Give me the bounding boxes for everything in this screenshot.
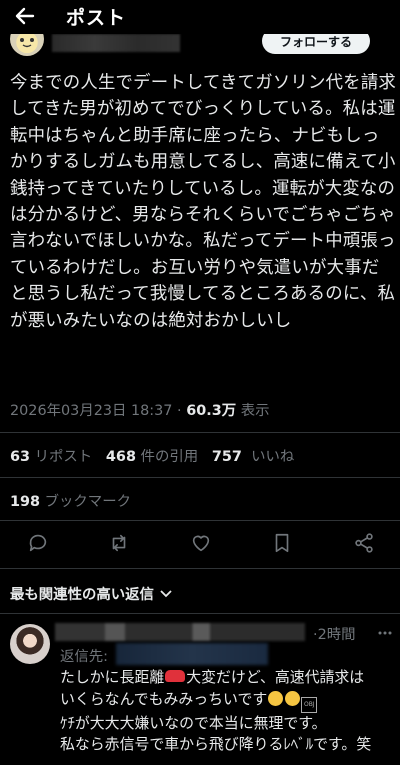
reply-line-3: ｹﾁが大大大嫌いなので本当に無理です。 [60, 713, 327, 732]
divider [0, 568, 400, 569]
divider [0, 477, 400, 478]
reply-sort-dropdown[interactable]: 最も関連性の高い返信 [10, 583, 172, 604]
bookmarks-label: ブックマーク [44, 494, 131, 510]
views-count: 60.3万 [186, 403, 237, 419]
chevron-down-icon [160, 586, 172, 602]
reply-avatar[interactable] [10, 624, 50, 664]
car-emoji-icon [165, 670, 186, 682]
reposts-stat[interactable]: 63 リポスト [10, 449, 92, 465]
sort-label: 最も関連性の高い返信 [10, 587, 154, 603]
bookmark-icon[interactable] [267, 528, 297, 558]
quotes-stat[interactable]: 468 件の引用 [106, 449, 198, 465]
reposts-count: 63 [10, 449, 31, 465]
engagement-stats: 63 リポスト 468 件の引用 757 いいね [10, 445, 294, 466]
likes-stat[interactable]: 757 いいね [212, 449, 294, 465]
page-title: ポスト [66, 7, 127, 29]
share-icon[interactable] [349, 528, 379, 558]
replying-to-handle-redacted[interactable] [116, 643, 268, 665]
smile-emoji-icon [285, 690, 301, 706]
back-arrow-icon[interactable] [10, 2, 40, 30]
quotes-label: 件の引用 [140, 449, 199, 465]
top-bar: ポスト [0, 0, 400, 34]
reply-line-2: いくらなんでもみみっちいです [60, 689, 268, 708]
likes-label: いいね [251, 449, 295, 465]
reply-time: ·2時間 [313, 627, 356, 643]
replying-to-label: 返信先: [60, 649, 109, 665]
author-name-redacted [52, 34, 180, 52]
reply-line-1b: 大変だけど、高速代請求は [186, 668, 365, 686]
timestamp[interactable]: 2026年03月23日 18:37 [10, 403, 172, 419]
repost-icon[interactable] [104, 528, 134, 558]
post-meta: 2026年03月23日 18:37 · 60.3万 表示 [10, 399, 269, 420]
bookmarks-stat[interactable]: 198 ブックマーク [10, 490, 131, 511]
post-text: 今までの人生でデートしてきてガソリン代を請求してきた男が初めてでびっくりしている… [10, 73, 396, 331]
action-bar [0, 528, 400, 558]
bookmarks-count: 198 [10, 494, 41, 510]
likes-count: 757 [211, 449, 242, 465]
like-icon[interactable] [186, 528, 216, 558]
smile-emoji-icon [268, 690, 284, 706]
reply-line-1a: たしかに長距離 [60, 668, 165, 686]
reply-author-redacted [55, 623, 305, 641]
divider [0, 520, 400, 521]
more-options-icon[interactable] [376, 624, 394, 642]
divider [0, 613, 400, 614]
reply-line-4: 私なら赤信号で車から飛び降りるﾚﾍﾞﾙです。笑 [60, 735, 372, 753]
views-label: 表示 [240, 403, 270, 419]
reposts-label: リポスト [34, 449, 93, 465]
meta-separator: · [177, 403, 182, 419]
divider [0, 432, 400, 433]
replacement-char-icon: OBJ [301, 696, 318, 713]
reply-icon[interactable] [23, 528, 53, 558]
reply-text: たしかに長距離 大変だけど、高速代請求は いくらなんでもみみっちいです OBJ ｹﾁ… [60, 667, 395, 756]
quotes-count: 468 [105, 449, 136, 465]
